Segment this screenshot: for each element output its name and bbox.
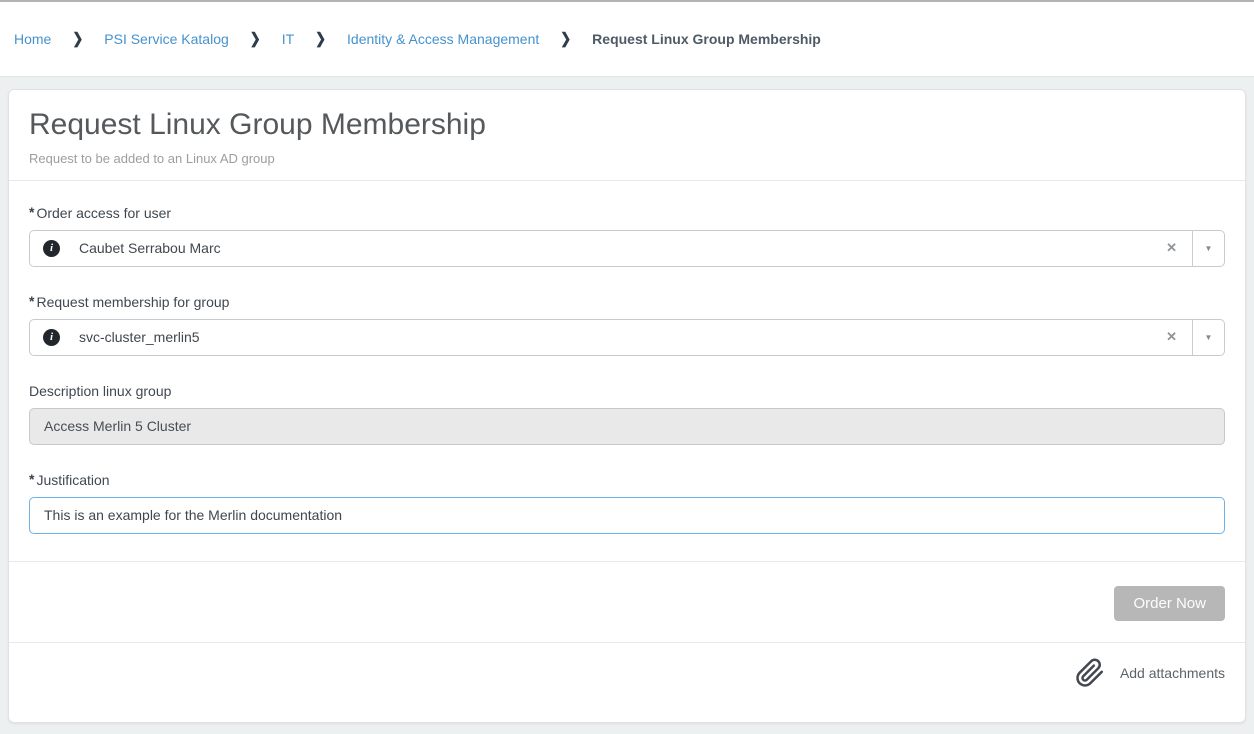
- chevron-down-icon: ▼: [1205, 244, 1213, 253]
- field-justification: * Justification: [29, 472, 1225, 534]
- chevron-right-icon: ❯: [560, 30, 571, 48]
- chevron-right-icon: ❯: [250, 30, 261, 48]
- field-description-linux-group: Description linux group: [29, 383, 1225, 445]
- catalog-item-card: Request Linux Group Membership Request t…: [8, 89, 1246, 723]
- card-header: Request Linux Group Membership Request t…: [9, 90, 1245, 181]
- dropdown-toggle[interactable]: ▼: [1192, 320, 1224, 355]
- field-request-membership-for-group: * Request membership for group i svc-clu…: [29, 294, 1225, 356]
- order-access-reference-picker[interactable]: i Caubet Serrabou Marc ✕ ▼: [29, 230, 1225, 267]
- description-label: Description linux group: [29, 383, 171, 399]
- breadcrumb-current-item: Request Linux Group Membership: [592, 31, 821, 47]
- group-reference-picker[interactable]: i svc-cluster_merlin5 ✕ ▼: [29, 319, 1225, 356]
- justification-input[interactable]: [29, 497, 1225, 534]
- field-label: * Justification: [29, 472, 1225, 488]
- description-input: [29, 408, 1225, 445]
- order-access-label: Order access for user: [36, 205, 171, 221]
- field-label: * Order access for user: [29, 205, 1225, 221]
- page-title: Request Linux Group Membership: [29, 105, 1225, 146]
- breadcrumb-link-it[interactable]: IT: [282, 31, 294, 47]
- chevron-right-icon: ❯: [315, 30, 326, 48]
- order-now-button[interactable]: Order Now: [1114, 586, 1225, 621]
- chevron-down-icon: ▼: [1205, 333, 1213, 342]
- breadcrumb-link-home[interactable]: Home: [14, 31, 51, 47]
- dropdown-toggle[interactable]: ▼: [1192, 231, 1224, 266]
- actions-row: Order Now: [9, 562, 1245, 642]
- order-access-value: Caubet Serrabou Marc: [79, 240, 1151, 256]
- info-icon[interactable]: i: [43, 240, 60, 257]
- attachments-row: Add attachments: [9, 643, 1245, 723]
- required-asterisk: *: [29, 472, 34, 486]
- clear-icon[interactable]: ✕: [1151, 329, 1192, 345]
- justification-label: Justification: [36, 472, 109, 488]
- group-label: Request membership for group: [36, 294, 229, 310]
- required-asterisk: *: [29, 205, 34, 219]
- add-attachments-button[interactable]: Add attachments: [1075, 658, 1225, 688]
- required-asterisk: *: [29, 294, 34, 308]
- add-attachments-label: Add attachments: [1120, 665, 1225, 681]
- page-subtitle: Request to be added to an Linux AD group: [29, 151, 1225, 166]
- paperclip-icon: [1075, 658, 1105, 688]
- breadcrumb-link-psi-service-katalog[interactable]: PSI Service Katalog: [104, 31, 229, 47]
- breadcrumb: Home ❯ PSI Service Katalog ❯ IT ❯ Identi…: [0, 2, 1254, 77]
- info-icon[interactable]: i: [43, 329, 60, 346]
- field-label: * Request membership for group: [29, 294, 1225, 310]
- group-value: svc-cluster_merlin5: [79, 329, 1151, 345]
- field-label: Description linux group: [29, 383, 1225, 399]
- catalog-form: * Order access for user i Caubet Serrabo…: [9, 181, 1245, 561]
- breadcrumb-link-identity-access-management[interactable]: Identity & Access Management: [347, 31, 539, 47]
- chevron-right-icon: ❯: [72, 30, 83, 48]
- field-order-access-for-user: * Order access for user i Caubet Serrabo…: [29, 205, 1225, 267]
- clear-icon[interactable]: ✕: [1151, 240, 1192, 256]
